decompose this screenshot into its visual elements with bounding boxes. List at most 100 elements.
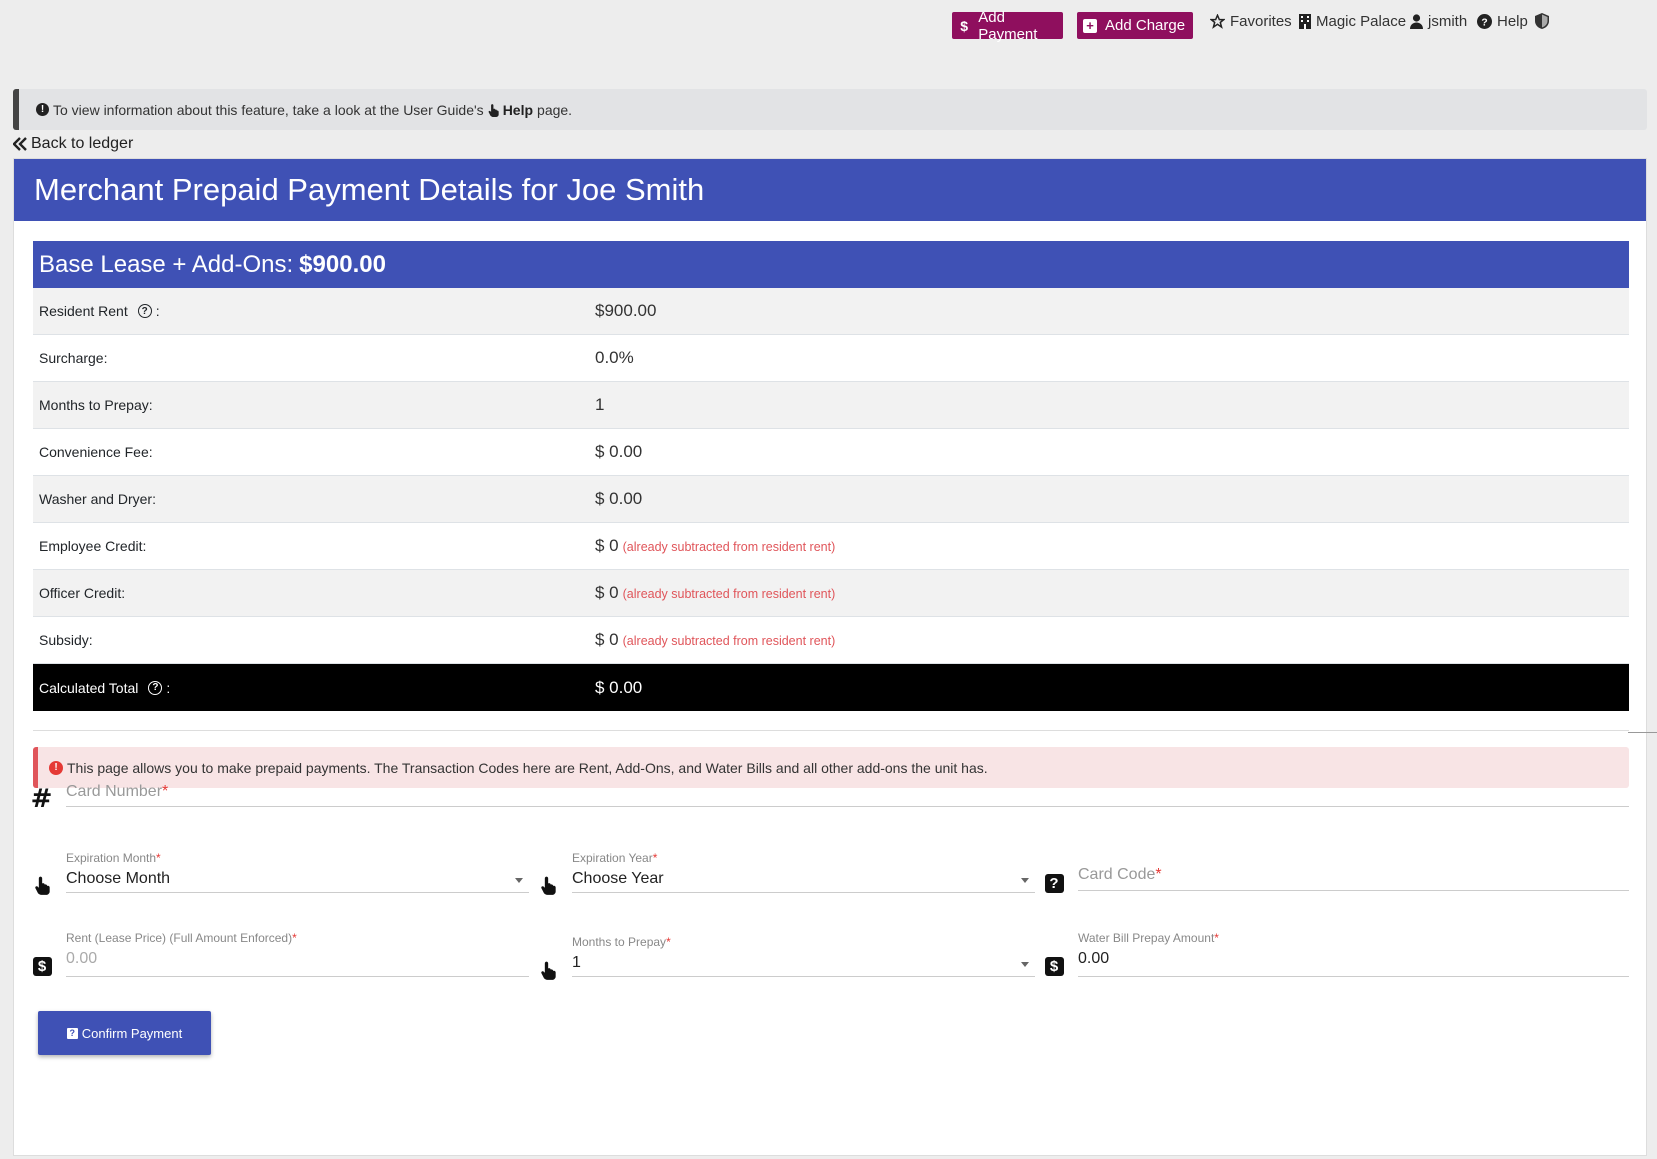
help-link[interactable]: ? Help — [1477, 13, 1528, 30]
info-text-before: To view information about this feature, … — [53, 101, 484, 118]
card-number-placeholder: Card Number* — [66, 783, 169, 800]
building-icon — [1299, 14, 1311, 29]
chevron-down-icon — [1021, 878, 1029, 883]
expiration-year-value: Choose Year — [572, 870, 664, 887]
row-note: (already subtracted from resident rent) — [622, 587, 836, 601]
pointer-hand-icon — [538, 873, 560, 897]
expiration-month-select[interactable]: Expiration Month* Choose Month — [66, 849, 529, 893]
months-to-prepay-select[interactable]: Months to Prepay* 1 — [572, 935, 1035, 977]
dollar-square-icon: $ — [32, 956, 52, 976]
row-note: (already subtracted from resident rent) — [622, 540, 836, 554]
pointer-hand-icon — [488, 103, 499, 117]
payment-details-card: Merchant Prepaid Payment Details for Joe… — [13, 158, 1657, 1156]
chevron-down-icon — [515, 878, 523, 883]
question-square-icon: ? — [1044, 873, 1064, 893]
table-row-months-to-prepay: Months to Prepay: 1 — [33, 382, 1629, 429]
alert-text: This page allows you to make prepaid pay… — [67, 759, 988, 776]
expiration-month-label: Expiration Month* — [66, 851, 161, 865]
table-row-washer-dryer: Washer and Dryer: $ 0.00 — [33, 476, 1629, 523]
row-value: $ 0.00 — [595, 489, 643, 508]
shield-icon — [1535, 13, 1549, 29]
exclamation-circle-icon: ! — [49, 760, 63, 775]
row-value: $ 0 — [595, 630, 619, 649]
pointer-hand-icon — [538, 958, 560, 982]
row-value: $ 0 — [595, 583, 619, 602]
months-to-prepay-label: Months to Prepay* — [572, 935, 671, 949]
base-lease-label: Base Lease + Add-Ons: — [39, 250, 294, 278]
back-to-ledger-label: Back to ledger — [31, 135, 134, 152]
divider — [1628, 732, 1657, 733]
row-label: Months to Prepay: — [39, 397, 153, 413]
user-icon — [1410, 14, 1423, 29]
divider — [33, 730, 1629, 731]
dollar-square-icon: $ — [1044, 956, 1064, 976]
table-row-surcharge: Surcharge: 0.0% — [33, 335, 1629, 382]
user-link[interactable]: jsmith — [1410, 13, 1467, 30]
double-chevron-left-icon — [13, 137, 27, 151]
table-row-employee-credit: Employee Credit: $ 0 (already subtracted … — [33, 523, 1629, 570]
row-colon: : — [155, 303, 160, 319]
hash-icon: # — [30, 784, 53, 814]
svg-text:?: ? — [1481, 17, 1487, 28]
row-label: Convenience Fee: — [39, 444, 153, 460]
card-code-field[interactable]: Card Code* — [1078, 861, 1629, 891]
add-charge-label: Add Charge — [1105, 17, 1186, 34]
base-lease-header: Base Lease + Add-Ons: $900.00 — [33, 241, 1629, 288]
shield-button[interactable] — [1535, 13, 1549, 29]
question-circle-icon[interactable]: ? — [137, 304, 152, 318]
water-bill-label: Water Bill Prepay Amount* — [1078, 931, 1219, 945]
details-table: Resident Rent?: $900.00 Surcharge: 0.0% … — [33, 288, 1629, 711]
user-label: jsmith — [1428, 13, 1468, 30]
add-charge-button[interactable]: + Add Charge — [1077, 12, 1193, 39]
info-banner: ! To view information about this feature… — [13, 89, 1647, 130]
page-title: Merchant Prepaid Payment Details for Joe… — [14, 159, 1646, 221]
star-icon — [1210, 14, 1225, 29]
row-value: 0.0% — [595, 348, 634, 367]
help-guide-link[interactable]: Help — [503, 102, 533, 118]
chevron-down-icon — [1021, 962, 1029, 967]
confirm-payment-label: Confirm Payment — [81, 1025, 183, 1041]
confirm-payment-button[interactable]: ? Confirm Payment — [38, 1011, 211, 1055]
question-square-icon: ? — [66, 1027, 78, 1039]
row-label: Washer and Dryer: — [39, 491, 156, 507]
info-text-after: page. — [537, 101, 573, 118]
row-label: Employee Credit: — [39, 538, 147, 554]
add-payment-button[interactable]: $ Add Payment — [952, 9, 1063, 43]
property-link[interactable]: Magic Palace — [1299, 13, 1406, 30]
top-navbar: $ Add Payment + Add Charge Favorites Mag… — [0, 0, 1657, 50]
help-label: Help — [1497, 13, 1528, 30]
pointer-hand-icon — [32, 873, 54, 897]
exclamation-circle-icon: ! — [36, 103, 49, 116]
total-value: $ 0.00 — [595, 677, 643, 697]
card-number-field[interactable]: Card Number* — [66, 779, 1629, 807]
table-row-resident-rent: Resident Rent?: $900.00 — [33, 288, 1629, 335]
plus-square-icon: + — [1083, 18, 1097, 33]
back-to-ledger-link[interactable]: Back to ledger — [13, 135, 133, 153]
row-label: Subsidy: — [39, 632, 93, 648]
rent-label: Rent (Lease Price) (Full Amount Enforced… — [66, 931, 297, 945]
water-bill-value: 0.00 — [1078, 950, 1110, 967]
expiration-year-label: Expiration Year* — [572, 851, 658, 865]
row-label: Surcharge: — [39, 350, 108, 366]
rent-input[interactable]: Rent (Lease Price) (Full Amount Enforced… — [66, 931, 529, 977]
row-label: Resident Rent — [39, 303, 128, 319]
rent-value: 0.00 — [66, 950, 98, 967]
row-value: $ 0 — [595, 536, 619, 555]
row-label: Officer Credit: — [39, 585, 126, 601]
base-lease-amount: $900.00 — [299, 250, 386, 278]
table-row-calculated-total: Calculated Total?: $ 0.00 — [33, 664, 1629, 711]
row-value: $ 0.00 — [595, 442, 643, 461]
favorites-link[interactable]: Favorites — [1210, 13, 1292, 30]
question-circle-icon: ? — [1477, 14, 1492, 29]
dollar-icon: $ — [960, 17, 969, 34]
row-value: 1 — [595, 395, 605, 414]
row-note: (already subtracted from resident rent) — [622, 634, 836, 648]
question-circle-icon[interactable]: ? — [148, 680, 163, 695]
property-label: Magic Palace — [1316, 13, 1407, 30]
table-row-officer-credit: Officer Credit: $ 0 (already subtracted f… — [33, 570, 1629, 617]
expiration-year-select[interactable]: Expiration Year* Choose Year — [572, 849, 1035, 893]
water-bill-input[interactable]: Water Bill Prepay Amount* 0.00 — [1078, 931, 1629, 977]
total-label: Calculated Total — [39, 679, 139, 696]
row-value: $900.00 — [595, 301, 657, 320]
add-payment-label: Add Payment — [978, 8, 1038, 43]
